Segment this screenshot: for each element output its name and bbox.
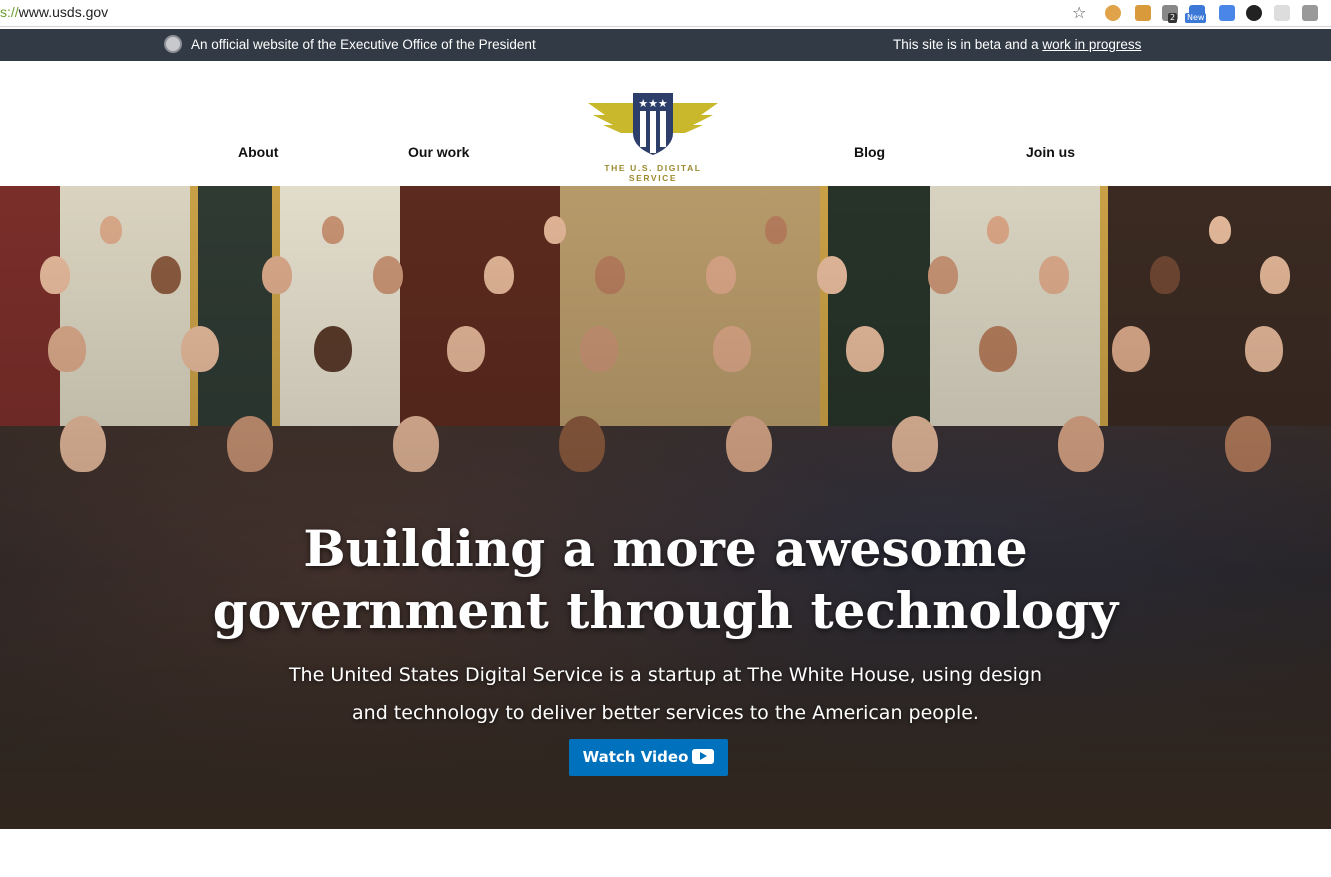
logo-wordmark: THE U.S. DIGITAL SERVICE (604, 163, 702, 183)
presidential-seal-icon (164, 35, 182, 53)
s-extension-badge: New (1185, 13, 1207, 23)
flower-extension-icon[interactable] (1274, 5, 1290, 21)
hero-title: Building a more awesome government throug… (0, 518, 1331, 642)
hero-section: Building a more awesome government throug… (0, 186, 1331, 829)
hero-subtitle: The United States Digital Service is a s… (280, 656, 1051, 732)
hero-subtitle-line2: and technology to deliver better service… (352, 702, 979, 724)
hero-overlay (0, 186, 1331, 829)
nav-about[interactable]: About (238, 144, 278, 160)
official-site-text: An official website of the Executive Off… (191, 37, 536, 52)
svg-text:★★★: ★★★ (638, 97, 668, 110)
youtube-play-icon (692, 749, 715, 764)
s-extension-icon[interactable]: New (1185, 5, 1207, 23)
ruler-extension-icon[interactable] (1135, 5, 1151, 21)
work-in-progress-link[interactable]: work in progress (1042, 37, 1141, 52)
url-text[interactable]: s://www.usds.gov (0, 4, 108, 20)
browser-address-bar[interactable]: s://www.usds.gov ☆ 2 New (0, 0, 1331, 27)
official-site-banner: An official website of the Executive Off… (0, 29, 1331, 61)
beta-notice: This site is in beta and a work in progr… (893, 37, 1141, 52)
watch-video-label: Watch Video (582, 748, 689, 766)
usds-shield-icon: ★★★ (588, 93, 718, 155)
hero-subtitle-line1: The United States Digital Service is a s… (288, 664, 1043, 686)
site-header: About Our work Blog Join us ★★★ THE U.S.… (0, 61, 1331, 186)
cookie-extension-icon[interactable] (1105, 5, 1121, 21)
usds-logo[interactable]: ★★★ THE U.S. DIGITAL SERVICE (583, 89, 723, 183)
nav-our-work[interactable]: Our work (408, 144, 469, 160)
window-extension-icon[interactable] (1219, 5, 1235, 21)
url-scheme: s:// (0, 4, 19, 20)
lock-extension-icon[interactable]: 2 (1162, 5, 1178, 23)
nav-blog[interactable]: Blog (854, 144, 885, 160)
gray-extension-icon[interactable] (1302, 5, 1318, 21)
hero-title-line1: Building a more awesome (303, 519, 1028, 578)
nav-join-us[interactable]: Join us (1026, 144, 1075, 160)
url-host: www.usds.gov (18, 4, 109, 20)
hero-title-line2: government through technology (212, 581, 1119, 640)
beta-prefix: This site is in beta and a (893, 37, 1043, 52)
watch-video-button[interactable]: Watch Video (569, 739, 728, 776)
star-icon[interactable]: ☆ (1072, 3, 1086, 23)
github-icon[interactable] (1246, 5, 1262, 21)
lock-extension-badge: 2 (1168, 13, 1178, 23)
